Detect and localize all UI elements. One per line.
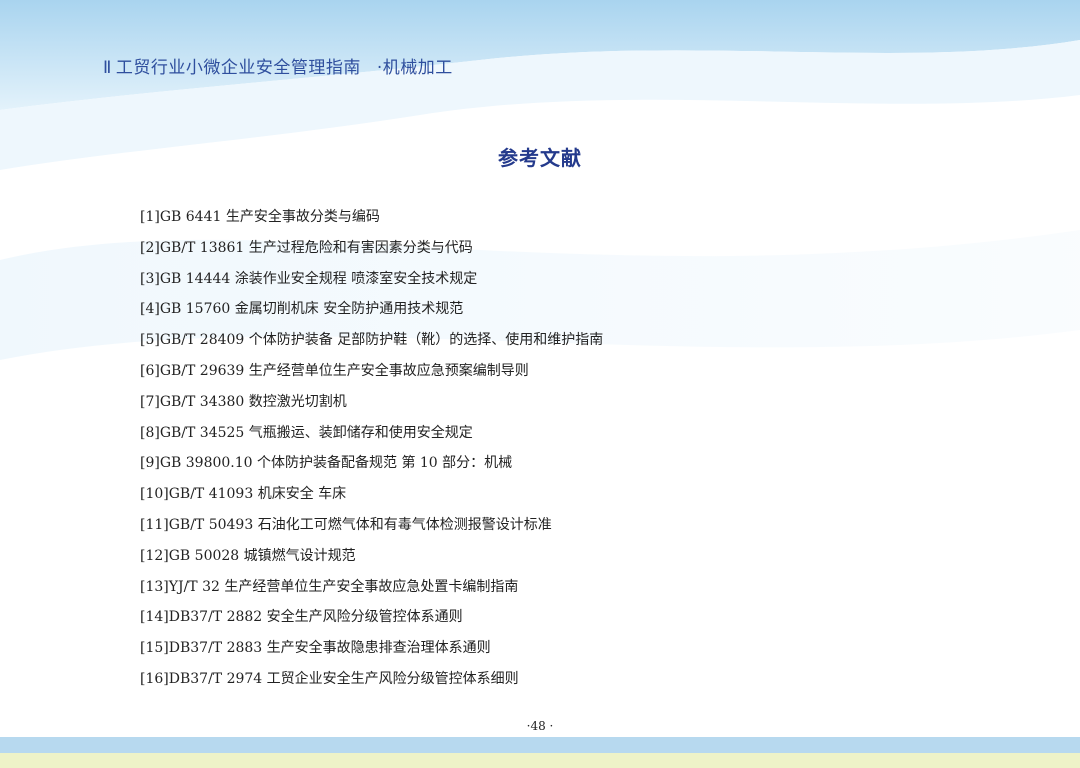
reference-item: [11]GB/T 50493 石油化工可燃气体和有毒气体检测报警设计标准 bbox=[140, 516, 552, 533]
footer-band-yellow bbox=[0, 753, 1080, 768]
reference-item: [3]GB 14444 涂装作业安全规程 喷漆室安全技术规定 bbox=[140, 270, 478, 287]
running-header: Ⅱ 工贸行业小微企业安全管理指南 ·机械加工 bbox=[103, 53, 453, 78]
reference-item: [14]DB37/T 2882 安全生产风险分级管控体系通则 bbox=[140, 609, 463, 626]
reference-item: [13]YJ/T 32 生产经营单位生产安全事故应急处置卡编制指南 bbox=[140, 578, 519, 595]
section-title: 参考文献 bbox=[498, 146, 582, 170]
book-subtitle: ·机械加工 bbox=[376, 58, 453, 78]
reference-item: [8]GB/T 34525 气瓶搬运、装卸储存和使用安全规定 bbox=[140, 424, 473, 441]
page-number: ·48 · bbox=[526, 719, 554, 733]
reference-item: [7]GB/T 34380 数控激光切割机 bbox=[140, 393, 347, 410]
footer-band-blue bbox=[0, 737, 1080, 753]
reference-item: [1]GB 6441 生产安全事故分类与编码 bbox=[140, 209, 380, 225]
book-title: 工贸行业小微企业安全管理指南 bbox=[115, 58, 361, 78]
reference-item: [9]GB 39800.10 个体防护装备配备规范 第 10 部分：机械 bbox=[140, 455, 513, 472]
reference-item: [16]DB37/T 2974 工贸企业安全生产风险分级管控体系细则 bbox=[140, 670, 519, 687]
reference-list: [1]GB 6441 生产安全事故分类与编码 [2]GB/T 13861 生产过… bbox=[140, 206, 603, 699]
reference-item: [15]DB37/T 2883 生产安全事故隐患排查治理体系通则 bbox=[140, 640, 491, 657]
reference-item: [6]GB/T 29639 生产经营单位生产安全事故应急预案编制导则 bbox=[140, 362, 529, 379]
reference-item: [5]GB/T 28409 个体防护装备 足部防护鞋（靴）的选择、使用和维护指南 bbox=[140, 332, 604, 349]
reference-item: [12]GB 50028 城镇燃气设计规范 bbox=[140, 547, 356, 564]
reference-item: [2]GB/T 13861 生产过程危险和有害因素分类与代码 bbox=[140, 239, 473, 256]
document-page: Ⅱ 工贸行业小微企业安全管理指南 ·机械加工 参考文献 [1]GB 6441 生产安… bbox=[0, 0, 1080, 768]
reference-item: [10]GB/T 41093 机床安全 车床 bbox=[140, 486, 347, 503]
chapter-mark: Ⅱ bbox=[103, 58, 112, 78]
reference-item: [4]GB 15760 金属切削机床 安全防护通用技术规范 bbox=[140, 301, 464, 318]
